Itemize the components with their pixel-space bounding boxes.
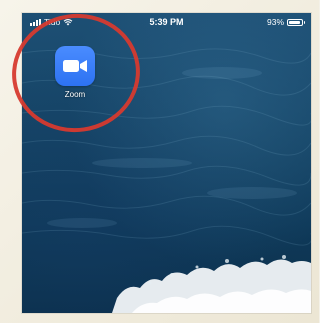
- battery-icon: [287, 18, 305, 26]
- battery-percent: 93%: [266, 17, 284, 27]
- battery-level-fill: [289, 20, 300, 24]
- photo-frame: Tido 5:39 PM 93% Zoom: [0, 0, 319, 323]
- status-right: 93%: [266, 17, 305, 27]
